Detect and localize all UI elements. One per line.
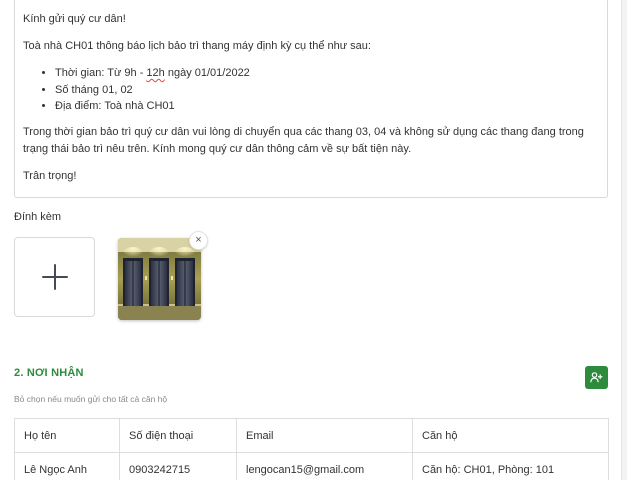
cell-phone: 0903242715 — [119, 452, 237, 480]
remove-attachment-button[interactable]: × — [189, 231, 208, 250]
cell-apartment: Căn hộ: CH01, Phòng: 101 — [412, 452, 609, 480]
message-body: Trong thời gian bảo trì quý cư dân vui l… — [23, 125, 584, 155]
column-header-apartment: Căn hộ — [412, 418, 609, 453]
scrollbar-track[interactable] — [621, 0, 627, 480]
list-item: Số tháng 01, 02 — [55, 82, 599, 99]
list-item: Địa điểm: Toà nhà CH01 — [55, 98, 599, 115]
section-title: 2. NƠI NHẬN — [14, 367, 84, 379]
elevator-image — [118, 238, 201, 320]
attachment-thumbnail[interactable] — [118, 238, 201, 320]
message-list: Thời gian: Từ 9h - 12h ngày 01/01/2022 S… — [39, 65, 599, 115]
cell-name: Lê Ngọc Anh — [14, 452, 120, 480]
table-row[interactable]: Lê Ngọc Anh 0903242715 lengocan15@gmail.… — [14, 452, 609, 480]
table-header-row: Họ tên Số điện thoại Email Căn hộ — [14, 418, 609, 453]
column-header-name: Họ tên — [14, 418, 120, 453]
message-greeting: Kính gửi quý cư dân! — [23, 13, 126, 25]
message-closing: Trân trọng! — [23, 169, 77, 182]
misspelled-word: 12h — [146, 67, 165, 79]
list-item: Thời gian: Từ 9h - 12h ngày 01/01/2022 — [55, 65, 599, 82]
message-editor[interactable]: Kính gửi quý cư dân! Toà nhà CH01 thông … — [14, 0, 608, 198]
column-header-email: Email — [236, 418, 413, 453]
recipients-table: Họ tên Số điện thoại Email Căn hộ Lê Ngọ… — [14, 418, 609, 480]
message-intro: Toà nhà CH01 thông báo lịch bảo trì than… — [23, 40, 371, 52]
close-icon: × — [195, 234, 202, 246]
section-hint: Bỏ chọn nếu muốn gửi cho tất cả căn hộ — [14, 394, 168, 404]
cell-email: lengocan15@gmail.com — [236, 452, 413, 480]
add-attachment-button[interactable] — [14, 237, 95, 317]
attachments-label: Đính kèm — [14, 211, 62, 223]
add-recipient-button[interactable] — [585, 366, 608, 389]
column-header-phone: Số điện thoại — [119, 418, 237, 453]
plus-icon — [41, 264, 68, 290]
add-user-icon — [590, 372, 603, 383]
